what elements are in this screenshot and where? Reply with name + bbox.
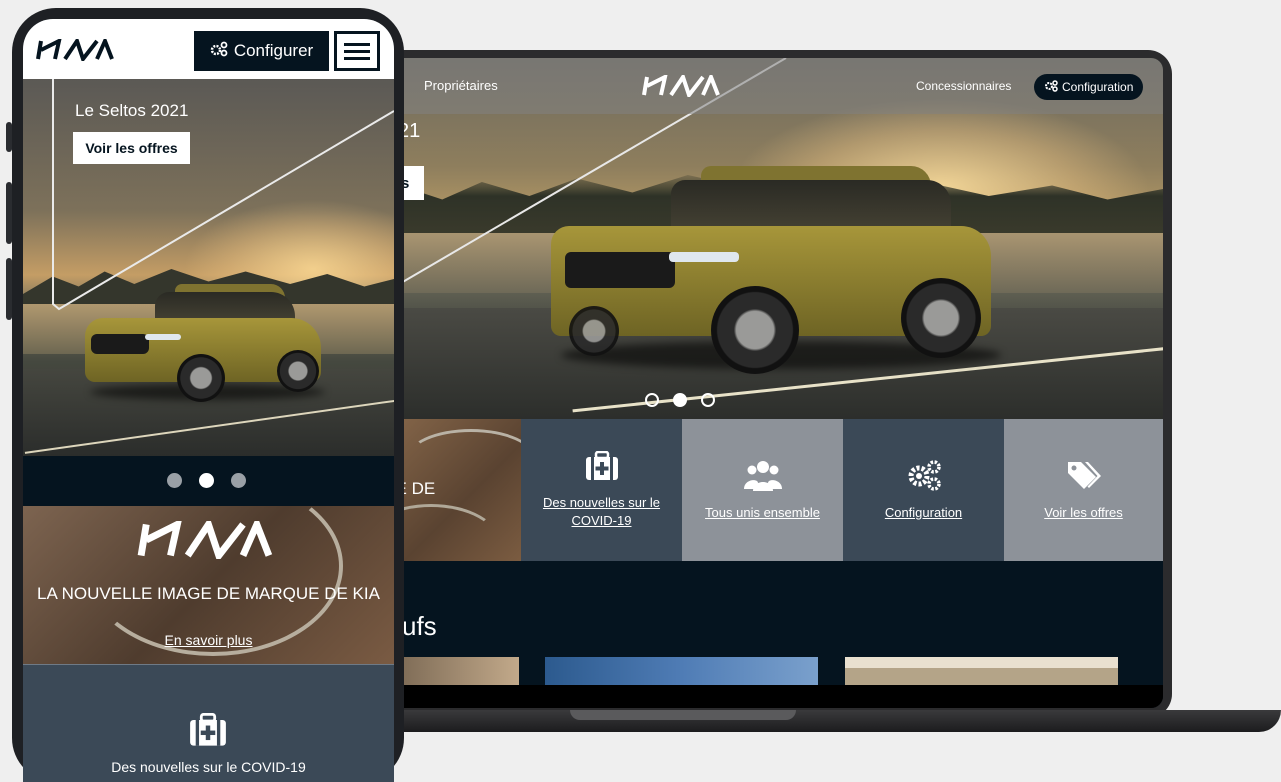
tile-covid-label: Des nouvelles sur le COVID-19 <box>542 494 661 528</box>
first-aid-kit-icon <box>189 712 227 752</box>
phone-hero-banner[interactable]: Le Seltos 2021 Voir les offres <box>23 79 394 456</box>
kia-logo[interactable] <box>35 35 115 66</box>
en-savoir-plus-link[interactable]: En savoir plus <box>23 632 394 648</box>
carousel-dot-2[interactable] <box>673 393 687 407</box>
lower-section-heading-fragment: ufs <box>402 611 437 641</box>
tile-configuration[interactable]: Configuration <box>843 419 1004 561</box>
tile-voir-offres-label: Voir les offres <box>1044 504 1123 520</box>
carousel-dot-1[interactable] <box>167 473 182 488</box>
gears-icon <box>906 459 942 494</box>
carousel-dot-3[interactable] <box>231 473 246 488</box>
laptop-carousel-dots <box>645 393 715 407</box>
tags-icon <box>1066 459 1102 494</box>
configurer-label: Configurer <box>233 41 314 60</box>
laptop-screen: 21 s Propriétaires Concessionnaires Conf… <box>371 58 1163 708</box>
phone-covid-tile[interactable]: Des nouvelles sur le COVID-19 <box>23 664 394 782</box>
kia-logo[interactable] <box>641 71 721 102</box>
carousel-dot-1[interactable] <box>645 393 659 407</box>
tile-tous-unis[interactable]: Tous unis ensemble <box>682 419 843 561</box>
vehicle-thumbnail-2[interactable] <box>545 657 818 685</box>
phone-hero-title: Le Seltos 2021 <box>75 101 189 120</box>
gears-icon <box>1044 79 1058 95</box>
nav-link-concessionnaires[interactable]: Concessionnaires <box>916 79 1011 93</box>
seltos-car-image <box>551 166 1001 374</box>
hamburger-menu-icon[interactable] <box>334 31 380 71</box>
first-aid-kit-icon <box>585 450 619 484</box>
phone-volume-down <box>6 258 12 320</box>
phone-screen: Configurer Le Seltos 2021 Voir les offre… <box>23 19 394 782</box>
laptop-quick-links: AGE DE KIA Des nouvelles sur le COVID-19… <box>371 419 1163 561</box>
phone-covid-label: Des nouvelles sur le COVID-19 <box>111 759 306 775</box>
voir-offres-button[interactable]: Voir les offres <box>73 132 190 164</box>
carousel-dot-2[interactable] <box>199 473 214 488</box>
laptop-screen-bottom-bezel <box>371 685 1163 708</box>
phone-carousel-bar <box>23 456 394 506</box>
vehicle-thumbnail-3[interactable] <box>845 657 1118 685</box>
tile-configuration-label: Configuration <box>884 504 963 520</box>
kia-logo-icon <box>642 71 720 100</box>
phone-carousel-dots <box>167 473 246 488</box>
laptop-top-nav: Propriétaires Concessionnaires Configura… <box>371 58 1163 114</box>
seltos-car-image <box>85 284 325 402</box>
tile-tous-unis-label: Tous unis ensemble <box>705 504 820 520</box>
people-group-icon <box>743 459 782 494</box>
brand-image-title: LA NOUVELLE IMAGE DE MARQUE DE KIA <box>37 584 380 603</box>
nav-configuration-button[interactable]: Configuration <box>1034 74 1144 100</box>
kia-logo-icon <box>36 35 114 64</box>
gears-icon <box>210 41 228 62</box>
nav-link-proprietaires[interactable]: Propriétaires <box>424 78 498 93</box>
phone-header: Configurer <box>23 19 394 79</box>
nav-configuration-label: Configuration <box>1062 80 1134 94</box>
laptop-notch <box>570 710 796 720</box>
carousel-dot-3[interactable] <box>701 393 715 407</box>
tile-voir-offres[interactable]: Voir les offres <box>1004 419 1163 561</box>
phone-volume-up <box>6 182 12 244</box>
configurer-button[interactable]: Configurer <box>194 31 329 71</box>
phone-mute-switch <box>6 122 12 152</box>
tile-covid-news[interactable]: Des nouvelles sur le COVID-19 <box>521 419 682 561</box>
kia-logo-icon <box>129 515 281 564</box>
